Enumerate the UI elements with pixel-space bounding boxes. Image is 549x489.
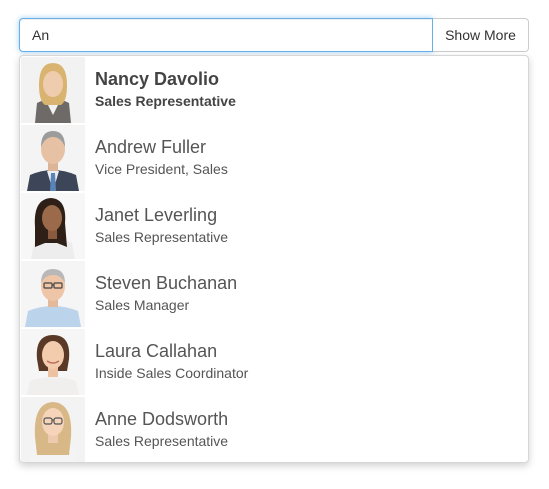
- list-item[interactable]: Laura Callahan Inside Sales Coordinator: [20, 328, 528, 396]
- avatar: [21, 57, 85, 123]
- avatar: [21, 397, 85, 462]
- result-name: Steven Buchanan: [95, 273, 238, 293]
- list-item[interactable]: Janet Leverling Sales Representative: [20, 192, 528, 260]
- result-title: Inside Sales Coordinator: [95, 365, 249, 381]
- result-name: Andrew Fuller: [95, 137, 207, 157]
- autocomplete-widget: Show More Nancy Davolio Sales Representa…: [0, 0, 549, 489]
- result-title: Sales Representative: [95, 93, 236, 109]
- avatar: [21, 125, 85, 191]
- result-title: Vice President, Sales: [95, 161, 228, 177]
- list-item[interactable]: Andrew Fuller Vice President, Sales: [20, 124, 528, 192]
- result-name: Anne Dodsworth: [95, 409, 229, 429]
- search-group: Show More: [19, 18, 529, 52]
- result-title: Sales Manager: [95, 297, 190, 313]
- avatar: [21, 329, 85, 395]
- result-name: Laura Callahan: [95, 341, 218, 361]
- avatar: [21, 261, 85, 327]
- avatar: [21, 193, 85, 259]
- search-input[interactable]: [19, 18, 433, 52]
- show-more-button[interactable]: Show More: [433, 18, 529, 52]
- result-title: Sales Representative: [95, 433, 229, 449]
- list-item[interactable]: Steven Buchanan Sales Manager: [20, 260, 528, 328]
- result-name: Janet Leverling: [95, 205, 218, 225]
- suggestion-dropdown: Nancy Davolio Sales Representative Andre…: [19, 55, 529, 463]
- list-item[interactable]: Nancy Davolio Sales Representative: [20, 56, 528, 124]
- result-name: Nancy Davolio: [95, 69, 220, 89]
- list-item[interactable]: Anne Dodsworth Sales Representative: [20, 396, 528, 462]
- result-title: Sales Representative: [95, 229, 229, 245]
